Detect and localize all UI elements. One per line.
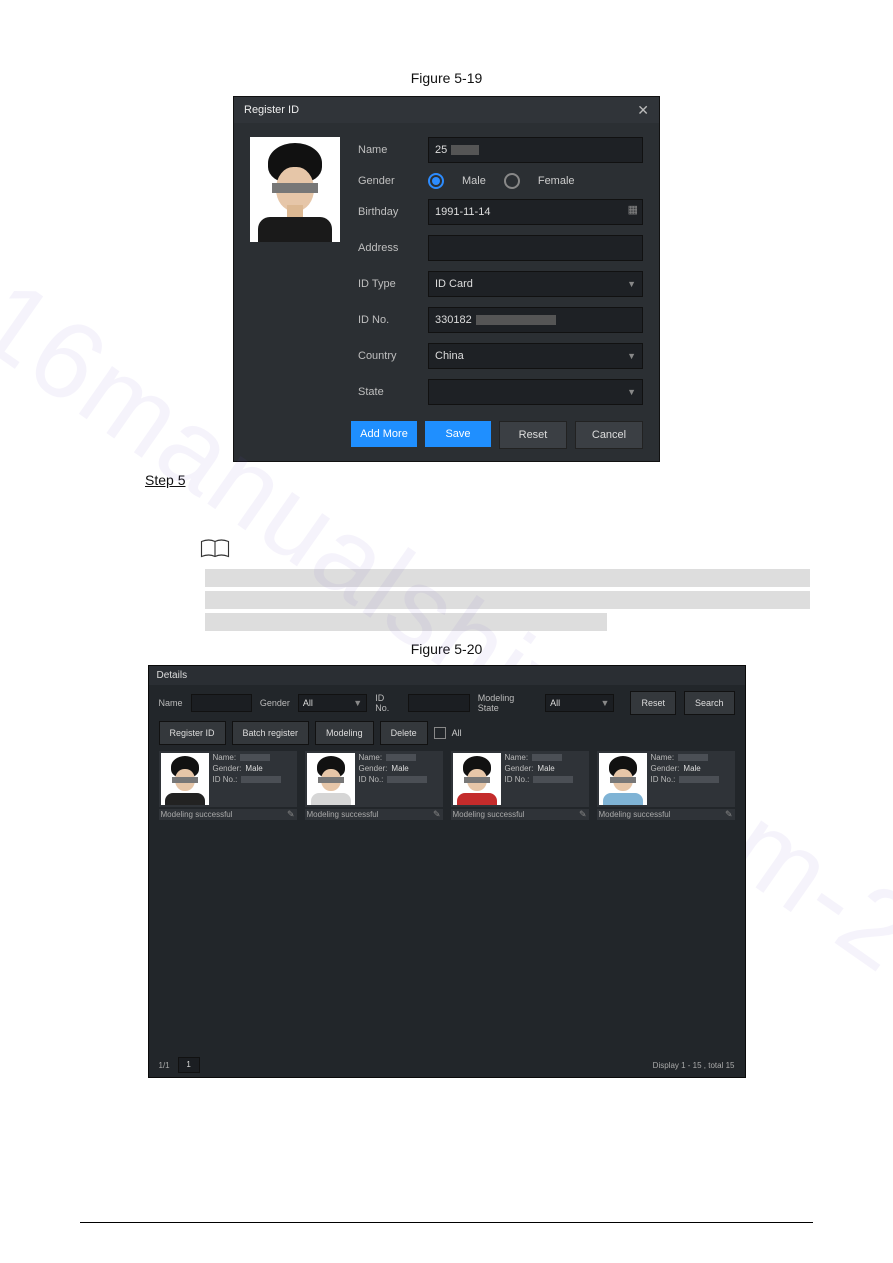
country-select[interactable]: China▼ (428, 343, 643, 369)
register-id-button[interactable]: Register ID (159, 721, 226, 745)
gender-female-radio[interactable] (504, 173, 520, 189)
gender-label: Gender (358, 175, 428, 187)
reset-button[interactable]: Reset (499, 421, 567, 449)
face-thumb (599, 753, 647, 805)
id-no-input[interactable]: 330182 (428, 307, 643, 333)
modeling-status: Modeling successful (161, 810, 233, 819)
country-label: Country (358, 350, 428, 362)
face-card[interactable]: Name: Gender:Male ID No.: Modeling succe… (451, 751, 589, 820)
pagination-info: 1/1 (159, 1061, 170, 1070)
face-thumb (307, 753, 355, 805)
gender-male-label: Male (462, 175, 486, 187)
name-label: Name (358, 144, 428, 156)
id-no-label: ID No. (358, 314, 428, 326)
id-type-select[interactable]: ID Card▼ (428, 271, 643, 297)
modeling-status: Modeling successful (599, 810, 671, 819)
redacted-text-line (205, 591, 810, 609)
face-thumb (161, 753, 209, 805)
edit-icon[interactable]: ✎ (433, 809, 441, 820)
face-card[interactable]: Name: Gender:Male ID No.: Modeling succe… (305, 751, 443, 820)
page-input[interactable]: 1 (178, 1057, 200, 1073)
edit-icon[interactable]: ✎ (725, 809, 733, 820)
chevron-down-icon: ▼ (627, 387, 636, 397)
close-icon[interactable]: ✕ (637, 103, 649, 117)
face-thumb (453, 753, 501, 805)
page-footer-rule (80, 1222, 813, 1223)
filter-idno-input[interactable] (408, 694, 469, 712)
figure-5-20-caption: Figure 5-20 (0, 641, 893, 657)
edit-icon[interactable]: ✎ (287, 809, 295, 820)
edit-icon[interactable]: ✎ (579, 809, 587, 820)
filter-reset-button[interactable]: Reset (630, 691, 676, 715)
add-more-button[interactable]: Add More (351, 421, 417, 447)
calendar-icon[interactable]: ▦ (628, 203, 638, 216)
select-all-checkbox[interactable] (434, 727, 446, 739)
birthday-label: Birthday (358, 206, 428, 218)
modeling-status: Modeling successful (453, 810, 525, 819)
delete-button[interactable]: Delete (380, 721, 428, 745)
birthday-input[interactable]: 1991-11-14 ▦ (428, 199, 643, 225)
name-input[interactable]: 25 (428, 137, 643, 163)
gender-female-label: Female (538, 175, 575, 187)
face-card[interactable]: Name: Gender:Male ID No.: Modeling succe… (597, 751, 735, 820)
id-photo (250, 137, 340, 242)
chevron-down-icon: ▼ (627, 351, 636, 361)
redacted-text-line (205, 613, 607, 631)
cancel-button[interactable]: Cancel (575, 421, 643, 449)
filter-gender-label: Gender (260, 698, 290, 708)
filter-modeling-select[interactable]: All▼ (545, 694, 614, 712)
address-input[interactable] (428, 235, 643, 261)
address-label: Address (358, 242, 428, 254)
book-icon (200, 547, 230, 564)
register-id-dialog: Register ID ✕ Name 25 Gender Male Fema (233, 96, 660, 462)
modeling-button[interactable]: Modeling (315, 721, 374, 745)
details-title: Details (149, 666, 745, 685)
filter-gender-select[interactable]: All▼ (298, 694, 367, 712)
display-count: Display 1 - 15 , total 15 (653, 1061, 735, 1070)
filter-idno-label: ID No. (375, 693, 400, 713)
state-label: State (358, 386, 428, 398)
step-5-heading: Step 5 (145, 472, 893, 488)
filter-search-button[interactable]: Search (684, 691, 735, 715)
details-panel: Details Name Gender All▼ ID No. Modeling… (148, 665, 746, 1078)
filter-modeling-label: Modeling State (478, 693, 537, 713)
filter-name-input[interactable] (191, 694, 252, 712)
save-button[interactable]: Save (425, 421, 491, 447)
face-card[interactable]: Name: Gender:Male ID No.: Modeling succe… (159, 751, 297, 820)
gender-male-radio[interactable] (428, 173, 444, 189)
id-type-label: ID Type (358, 278, 428, 290)
batch-register-button[interactable]: Batch register (232, 721, 310, 745)
modeling-status: Modeling successful (307, 810, 379, 819)
redacted-text-line (205, 569, 810, 587)
select-all-label: All (452, 728, 462, 738)
state-select[interactable]: ▼ (428, 379, 643, 405)
filter-name-label: Name (159, 698, 183, 708)
dialog-title: Register ID (244, 104, 299, 116)
figure-5-19-caption: Figure 5-19 (0, 70, 893, 86)
chevron-down-icon: ▼ (627, 279, 636, 289)
